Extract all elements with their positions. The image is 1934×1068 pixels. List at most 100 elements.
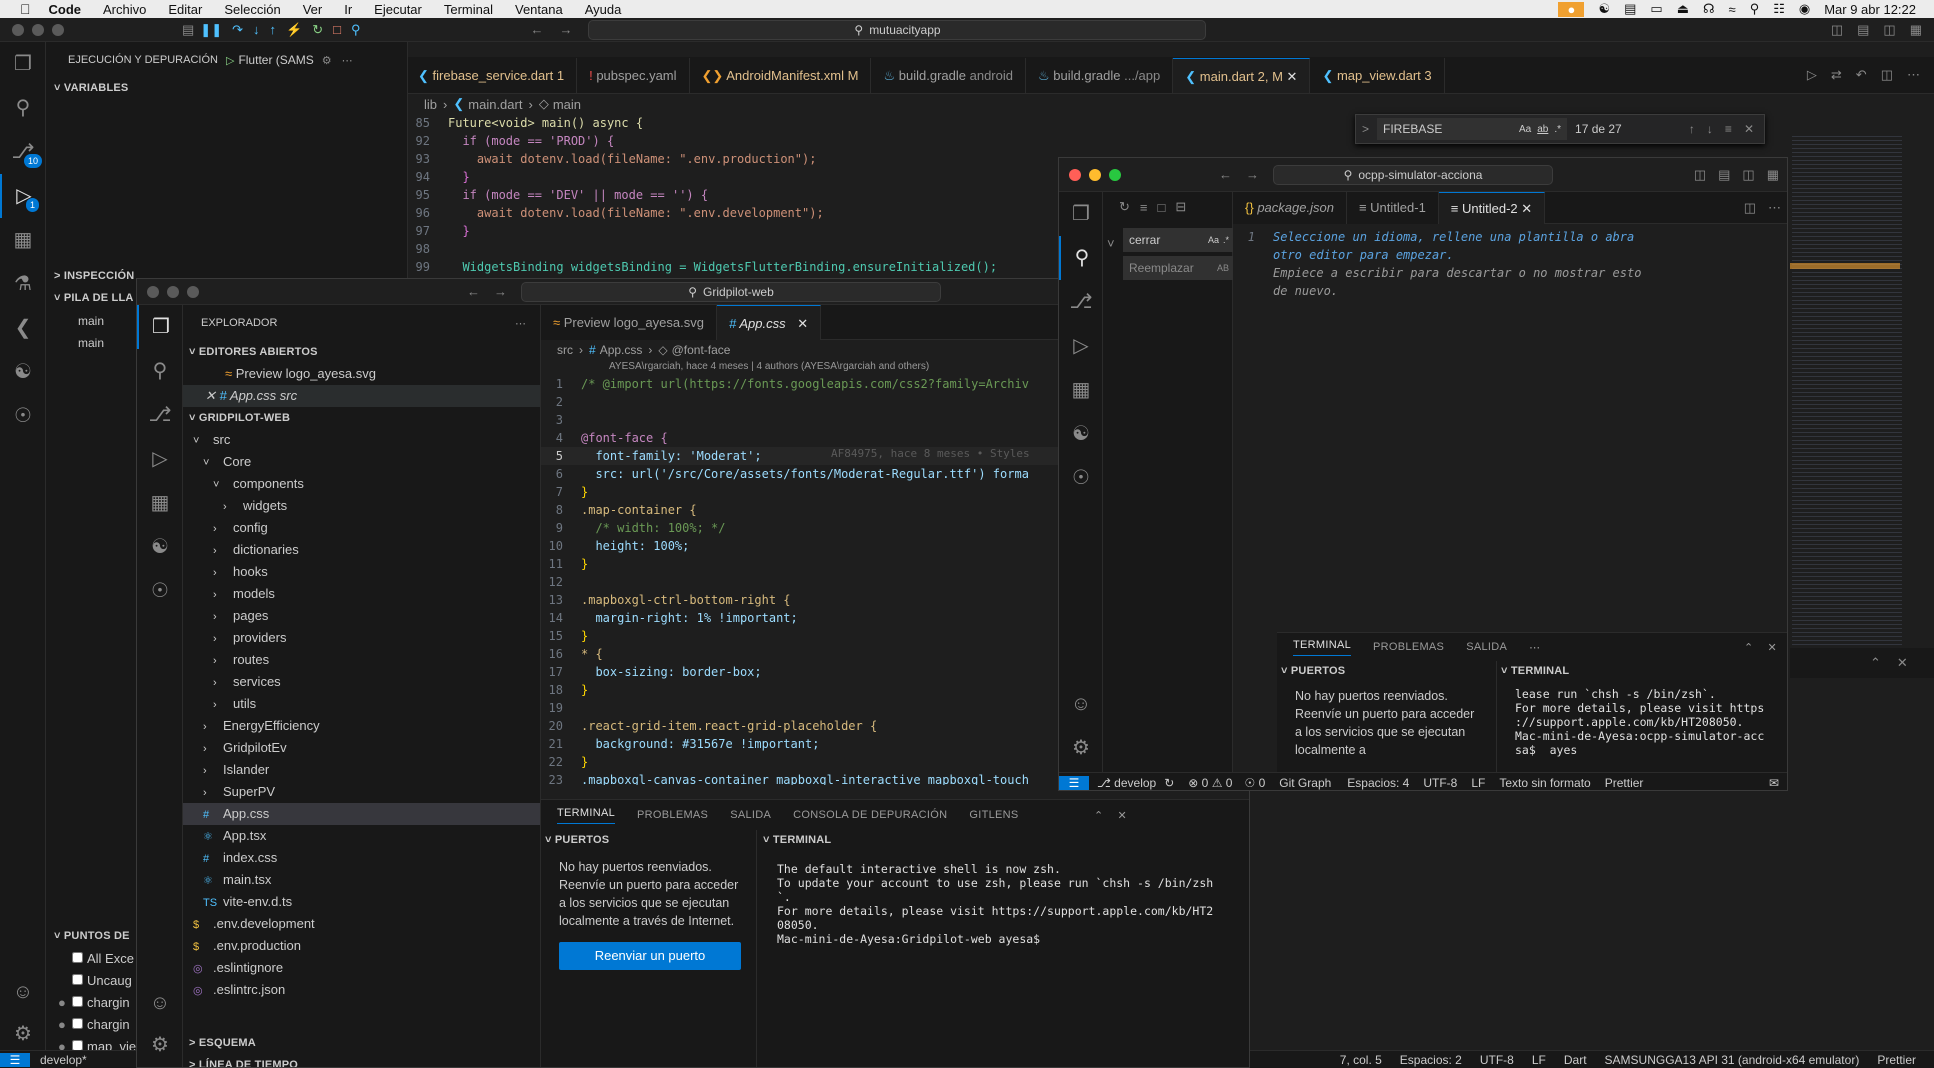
menubar-clock[interactable]: Mar 9 abr 12:22	[1824, 2, 1916, 17]
close-panel-icon[interactable]: ✕	[1117, 809, 1127, 822]
breakpoint-item[interactable]: ● chargin	[58, 992, 136, 1014]
tab-untitled-2[interactable]: ≡ Untitled-2 ✕	[1438, 191, 1546, 224]
toggle-panel-icon[interactable]: ▤	[1857, 22, 1869, 38]
breakpoints-header[interactable]: ˅ PUNTOS DE	[54, 930, 130, 942]
toggle-secondary-sidebar-icon[interactable]: ◫	[1883, 22, 1895, 38]
maximize-panel-icon[interactable]: ⌃	[1744, 641, 1754, 654]
tree-item[interactable]: › Islander	[183, 759, 540, 781]
notifications-icon[interactable]: ✉	[1769, 776, 1779, 790]
spotlight-icon[interactable]: ⚲	[1750, 1, 1760, 17]
debug-config-select[interactable]: Flutter (SAMS	[238, 53, 313, 67]
pause-icon[interactable]: ❚❚	[200, 22, 222, 38]
close-window-icon[interactable]	[1069, 168, 1081, 181]
toggle-replace-icon[interactable]: ˅	[1107, 236, 1115, 251]
testing-icon[interactable]: ⚗	[0, 262, 46, 306]
tree-item[interactable]: › dictionaries	[183, 539, 540, 561]
nav-forward-icon[interactable]: →	[494, 284, 507, 299]
search-view-icon[interactable]: ⚲	[0, 86, 46, 130]
tab-firebase-service[interactable]: ❮ firebase_service.dart 1	[408, 57, 578, 93]
tab-map-view[interactable]: ❮ map_view.dart 3	[1310, 57, 1445, 93]
customize-layout-icon[interactable]: ▦	[1910, 22, 1922, 38]
tree-item[interactable]: › widgets	[183, 495, 540, 517]
timeline-header[interactable]: ˃ LÍNEA DE TIEMPO	[189, 1059, 298, 1067]
explorer-icon[interactable]: ❐	[1059, 192, 1103, 236]
tab-package-json[interactable]: {} package.json	[1233, 191, 1347, 224]
open-changes-icon[interactable]: ⇄	[1831, 67, 1842, 83]
hot-reload-icon[interactable]: ⚡	[286, 22, 302, 38]
step-out-icon[interactable]: ↑	[270, 22, 277, 37]
panel-tab-problems[interactable]: PROBLEMAS	[637, 809, 708, 821]
manage-gear-icon[interactable]: ⚙	[1059, 726, 1103, 770]
explorer-icon[interactable]: ❐	[0, 42, 46, 86]
menu-ver[interactable]: Ver	[303, 2, 323, 17]
callstack-header[interactable]: ˅ PILA DE LLA	[54, 292, 134, 304]
main-minimap[interactable]	[1792, 133, 1902, 653]
panel-tab-terminal[interactable]: TERMINAL	[557, 807, 616, 824]
panel-tab-debug-console[interactable]: CONSOLA DE DEPURACIÓN	[793, 809, 947, 821]
battery-icon[interactable]: ▭	[1650, 1, 1662, 17]
menu-archivo[interactable]: Archivo	[103, 2, 146, 17]
open-editor-item[interactable]: ✕ # App.css src	[183, 385, 540, 407]
menu-ventana[interactable]: Ventana	[515, 2, 563, 17]
tree-item[interactable]: › hooks	[183, 561, 540, 583]
prettier-status[interactable]: Prettier	[1605, 776, 1644, 790]
remote-icon[interactable]: ☉	[1059, 456, 1103, 500]
open-editors-header[interactable]: ˅ EDITORES ABIERTOS	[183, 341, 540, 363]
tab-preview-logo[interactable]: ≈ Preview logo_ayesa.svg	[541, 304, 717, 340]
tree-item[interactable]: ⚛ App.tsx	[183, 825, 540, 847]
tree-item[interactable]: ◎ .eslintignore	[183, 957, 540, 979]
eject-icon[interactable]: ⏏	[1677, 1, 1689, 17]
zoom-window-icon[interactable]	[187, 285, 199, 298]
source-control-icon[interactable]: ⎇	[1059, 280, 1103, 324]
device-selector[interactable]: SAMSUNGGA13 API 31 (android-x64 emulator…	[1605, 1053, 1860, 1067]
main-code-editor[interactable]: 85 Future<void> main() async { 92 if (mod…	[408, 114, 1108, 274]
zoom-window-icon[interactable]	[1109, 168, 1121, 181]
terminal-view[interactable]: ˅ TERMINAL lease run `chsh -s /bin/zsh`.…	[1497, 661, 1787, 777]
more-actions-icon[interactable]: ⋯	[342, 54, 353, 67]
editor-more-icon[interactable]: ⋯	[1907, 67, 1920, 83]
extensions-icon[interactable]: ▦	[0, 218, 46, 262]
zoom-window-icon[interactable]	[52, 23, 64, 36]
panel-tab-terminal[interactable]: TERMINAL	[1293, 639, 1352, 656]
apple-icon[interactable]: 	[20, 1, 31, 17]
breadcrumb-item[interactable]: lib	[424, 97, 437, 112]
tree-item[interactable]: $ .env.production	[183, 935, 540, 957]
remote-indicator[interactable]: ☰	[1059, 775, 1089, 790]
minimize-window-icon[interactable]	[167, 285, 179, 298]
inspection-header[interactable]: ˃ INSPECCIÓN	[54, 270, 134, 282]
maximize-panel-icon[interactable]: ⌃	[1870, 655, 1881, 671]
language-mode[interactable]: Texto sin formato	[1499, 776, 1590, 790]
ports-header[interactable]: ˅ PUERTOS	[541, 830, 756, 850]
tree-item[interactable]: › routes	[183, 649, 540, 671]
tree-item[interactable]: › pages	[183, 605, 540, 627]
menu-ejecutar[interactable]: Ejecutar	[374, 2, 422, 17]
gitlens-icon[interactable]: ☯	[1059, 412, 1103, 456]
remote-icon[interactable]: ☉	[137, 569, 183, 613]
go-back-change-icon[interactable]: ↶	[1856, 67, 1867, 83]
step-over-icon[interactable]: ↷	[232, 22, 243, 38]
tree-item[interactable]: # index.css	[183, 847, 540, 869]
tree-item[interactable]: ⚛ main.tsx	[183, 869, 540, 891]
menu-ayuda[interactable]: Ayuda	[585, 2, 622, 17]
command-center-search[interactable]: ⚲ Gridpilot-web	[521, 281, 941, 302]
project-header[interactable]: ˅ GRIDPILOT-WEB	[183, 407, 540, 429]
step-into-icon[interactable]: ↓	[253, 22, 260, 37]
run-dropdown-icon[interactable]: ▷	[1807, 67, 1817, 83]
tab-pubspec[interactable]: ! pubspec.yaml	[577, 57, 690, 93]
remote-indicator[interactable]: ☰	[0, 1052, 30, 1067]
eol[interactable]: LF	[1532, 1053, 1546, 1067]
panel-toggle-icon[interactable]: ▤	[182, 22, 194, 38]
git-graph-button[interactable]: Git Graph	[1279, 776, 1331, 790]
breadcrumb-item[interactable]: @font-face	[672, 343, 731, 357]
remote-icon[interactable]: ☉	[0, 394, 46, 438]
breakpoint-checkbox[interactable]	[72, 952, 83, 963]
close-tab-icon[interactable]: ✕	[1287, 69, 1298, 84]
outline-header[interactable]: ˃ ESQUEMA	[189, 1037, 256, 1049]
panel-tab-gitlens[interactable]: GITLENS	[969, 809, 1018, 821]
tree-item[interactable]: ˅ components	[183, 473, 540, 495]
devtools-icon[interactable]: ⚲	[351, 22, 361, 38]
minimize-window-icon[interactable]	[1089, 168, 1101, 181]
breakpoint-checkbox[interactable]	[72, 996, 83, 1007]
run-debug-icon[interactable]: ▷	[1059, 324, 1103, 368]
search-view-icon[interactable]: ⚲	[1059, 236, 1103, 280]
